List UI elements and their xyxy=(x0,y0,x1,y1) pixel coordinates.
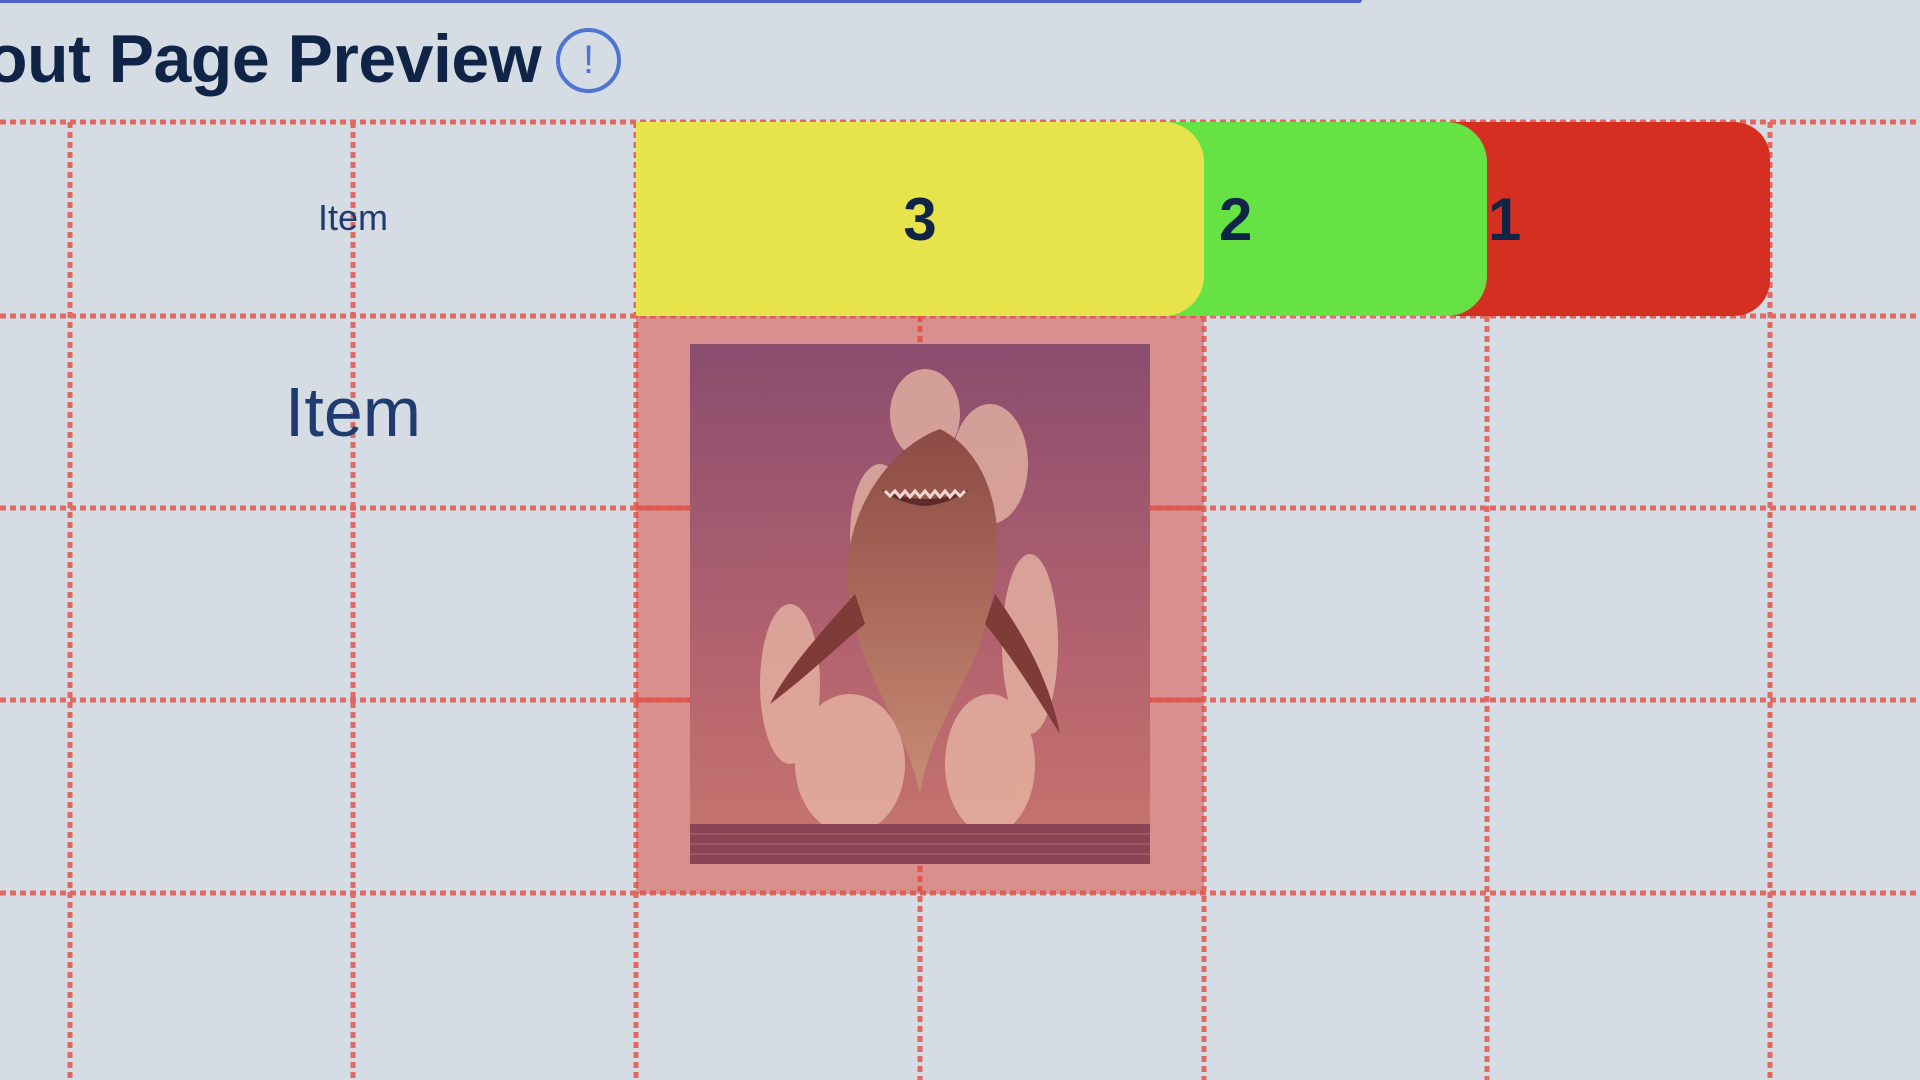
info-icon[interactable]: ! xyxy=(556,28,621,93)
segment-2-label: 2 xyxy=(1219,185,1253,253)
segment-2[interactable]: 2 xyxy=(1155,122,1487,316)
segment-3-label: 3 xyxy=(903,185,937,253)
info-icon-glyph: ! xyxy=(582,38,595,82)
segment-1-label: 1 xyxy=(1488,185,1522,253)
grid-row-label-item: Item xyxy=(284,373,422,451)
page-title: out Page Preview xyxy=(0,21,542,97)
layout-page-preview: out Page Preview ! Item Item 1 2 3 xyxy=(0,0,1920,1080)
shark-photo-illustration xyxy=(690,344,1150,864)
top-progress-rule xyxy=(0,0,1362,3)
segment-1[interactable]: 1 xyxy=(1440,122,1770,316)
selected-grid-cell[interactable] xyxy=(636,316,1204,894)
segment-3[interactable]: 3 xyxy=(636,122,1204,316)
shark-image xyxy=(690,344,1150,864)
grid-row-label-header: Item xyxy=(317,197,389,238)
